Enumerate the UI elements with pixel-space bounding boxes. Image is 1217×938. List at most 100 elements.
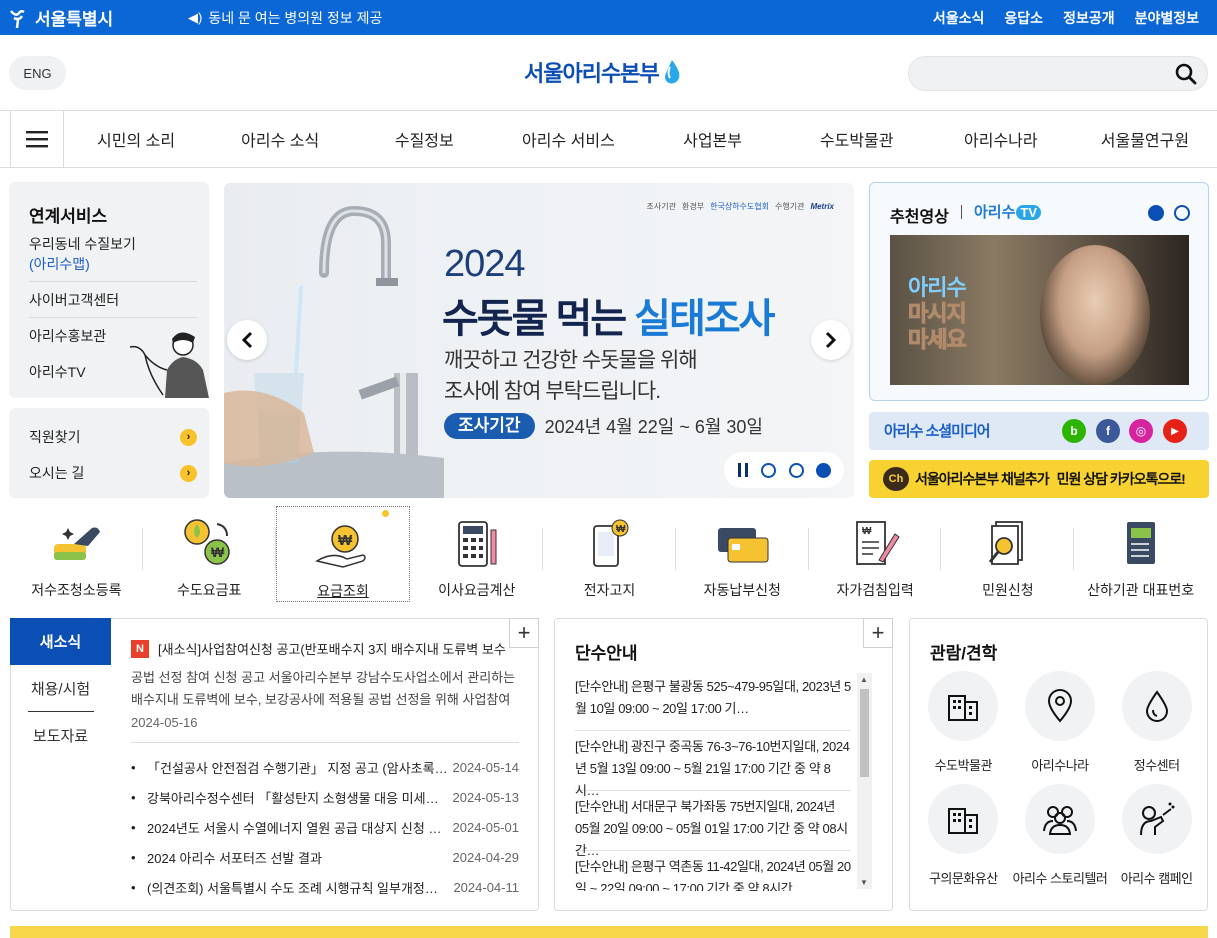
quick-label: 민원신청	[982, 582, 1034, 598]
news-panel: 새소식 채용/시험 보도자료 + N [새소식]사업참여신청 공고(반포배수지 …	[10, 618, 539, 911]
tab-press[interactable]: 보도자료	[10, 712, 111, 758]
list-item[interactable]: • (의견조회) 서울특별시 수도 조례 시행규칙 일부개정규칙안 2024-04-…	[131, 872, 519, 902]
link-arisu-tv[interactable]: 아리수TV	[29, 362, 86, 382]
banner-next-button[interactable]	[811, 320, 851, 360]
nav-arisu-service[interactable]: 아리수 서비스	[496, 111, 640, 167]
list-item[interactable]: [단수안내] 은평구 역촌동 11-42일대, 2024년 05월 20일 ~ …	[575, 851, 851, 891]
nav-water-quality[interactable]: 수질정보	[352, 111, 496, 167]
tour-arisu-nara[interactable]: 아리수나라	[1012, 671, 1109, 774]
quick-label: 요금조회	[317, 583, 369, 599]
nav-museum[interactable]: 수도박물관	[785, 111, 929, 167]
nav-arisu-nara[interactable]: 아리수나라	[929, 111, 1073, 167]
link-promo-hall[interactable]: 아리수홍보관	[29, 326, 106, 346]
pause-icon[interactable]	[737, 462, 749, 478]
video-thumbnail[interactable]: 아리수 마시지 마세요	[890, 235, 1189, 385]
divider	[961, 205, 962, 219]
video-dot-1[interactable]	[1148, 205, 1164, 221]
tour-campaign[interactable]: 아리수 캠페인	[1108, 784, 1205, 887]
directions-link[interactable]: 오시는 길 ›	[29, 463, 197, 483]
video-pager	[1148, 205, 1190, 221]
quick-auto-payment[interactable]: 자동납부신청	[676, 506, 809, 602]
instagram-icon[interactable]: ◎	[1129, 419, 1153, 443]
quick-self-meter[interactable]: ₩ 자가검침입력	[809, 506, 942, 602]
quick-e-bill[interactable]: ₩ 전자고지	[543, 506, 676, 602]
scroll-up-icon[interactable]: ▲	[860, 675, 868, 684]
outage-more-button[interactable]: +	[863, 618, 893, 648]
seoul-logo-icon	[10, 9, 25, 28]
tour-museum[interactable]: 수도박물관	[915, 671, 1012, 774]
scroll-down-icon[interactable]: ▼	[860, 878, 868, 887]
news-date: 2024-04-11	[453, 879, 519, 895]
tour-label: 수도박물관	[934, 758, 993, 773]
link-cyber-center[interactable]: 사이버고객센터	[29, 290, 119, 310]
list-item[interactable]: [단수안내] 은평구 불광동 525~479-95일대, 2023년 5월 10…	[575, 671, 851, 731]
blog-icon[interactable]: b	[1062, 419, 1086, 443]
desc-line2: 조사에 참여 부탁드립니다.	[444, 380, 661, 403]
outage-scrollbar[interactable]: ▲ ▼	[857, 673, 872, 889]
tour-panel: 관람/견학 수도박물관 아리수나라 정수센터 구의문화유산 아리수 스토리텔러 …	[909, 618, 1208, 911]
tour-grid: 수도박물관 아리수나라 정수센터 구의문화유산 아리수 스토리텔러 아리수 캠페…	[915, 671, 1205, 887]
quick-label: 자가검침입력	[836, 582, 914, 598]
news-title: 2024 아리수 서포터즈 선발 결과	[147, 850, 322, 866]
quick-fee-inquiry[interactable]: ₩ 요금조회	[275, 506, 411, 602]
quick-civil-complaint[interactable]: 민원신청	[941, 506, 1075, 602]
video-dot-2[interactable]	[1174, 205, 1190, 221]
water-outage-title: 단수안내	[575, 644, 638, 663]
nav-citizen-voice[interactable]: 시민의 소리	[64, 111, 208, 167]
divider	[29, 317, 197, 318]
site-logo[interactable]: 서울아리수본부	[524, 52, 683, 92]
video-title: 추천영상	[890, 209, 949, 226]
facebook-icon[interactable]: f	[1096, 419, 1120, 443]
banner-prev-button[interactable]	[227, 320, 267, 360]
scrollbar-thumb[interactable]	[860, 689, 869, 777]
top-news-title[interactable]: N [새소식]사업참여신청 공고(반포배수지 3지 배수지내 도류벽 보수	[131, 639, 506, 658]
link-water-quality-map[interactable]: 우리동네 수질보기 (아리수맵)	[29, 234, 136, 274]
news-title: 강북아리수정수센터 「활성탄지 소형생물 대응 미세여과망 설치」	[147, 790, 449, 806]
lang-eng-button[interactable]: ENG	[9, 56, 66, 90]
banner-dot-3[interactable]	[816, 462, 832, 478]
tour-purification[interactable]: 정수센터	[1108, 671, 1205, 774]
find-staff-link[interactable]: 직원찾기 ›	[29, 427, 197, 447]
youtube-icon[interactable]: ▶	[1163, 419, 1187, 443]
search-input[interactable]	[908, 56, 1208, 91]
tour-label: 아리수나라	[1031, 758, 1089, 773]
news-title: 「건설공사 안전점검 수행기관」 지정 공고 (암사초록빛정수센터)	[147, 760, 449, 776]
list-item[interactable]: • 강북아리수정수센터 「활성탄지 소형생물 대응 미세여과망 설치」2024-0…	[131, 782, 519, 812]
banner-headline: 수돗물 먹는 실태조사	[442, 286, 775, 344]
banner-dot-2[interactable]	[788, 462, 804, 478]
nav-research[interactable]: 서울물연구원	[1073, 111, 1217, 167]
search-icon[interactable]	[1175, 63, 1197, 85]
main-banner[interactable]: 조사기관 환경부 한국상하수도협회 수행기관 Metrix 2024 수돗물 먹…	[224, 183, 854, 498]
list-item[interactable]: • 2024 아리수 서포터즈 선발 결과 2024-04-29	[131, 842, 519, 872]
list-item[interactable]: • 2024년도 서울시 수열에너지 열원 공급 대상지 신청 공모 2024-05…	[131, 812, 519, 842]
tour-heritage[interactable]: 구의문화유산	[915, 784, 1012, 887]
caption-line1: 아리수	[908, 275, 967, 300]
nav-business[interactable]: 사업본부	[641, 111, 785, 167]
seoul-logo[interactable]: 서울특별시	[8, 4, 113, 31]
list-item[interactable]: [단수안내] 광진구 중곡동 76-3~76-10번지일대, 2024년 5월 …	[575, 731, 851, 798]
quick-label: 수도요금표	[176, 582, 242, 598]
kakao-channel-banner[interactable]: Ch 서울아리수본부 채널추가 민원 상담 카카오톡으로!	[869, 460, 1209, 498]
news-more-button[interactable]: +	[509, 618, 539, 648]
notice-banner[interactable]: ◀) 동네 문 여는 병의원 정보 제공	[188, 0, 382, 35]
site-logo-text: 서울아리수본부	[524, 61, 660, 86]
top-bar: 서울특별시 ◀) 동네 문 여는 병의원 정보 제공 서울소식 응답소 정보공개…	[0, 0, 1217, 35]
hamburger-menu-button[interactable]	[10, 111, 64, 167]
tour-storyteller[interactable]: 아리수 스토리텔러	[1012, 784, 1109, 887]
nav-arisu-news[interactable]: 아리수 소식	[208, 111, 352, 167]
link-seoul-news[interactable]: 서울소식	[933, 8, 985, 28]
link-info-open[interactable]: 정보공개	[1063, 8, 1115, 28]
quick-affiliate-phone[interactable]: 산하기관 대표번호	[1074, 506, 1207, 602]
list-item[interactable]: • 「건설공사 안전점검 수행기관」 지정 공고 (암사초록빛정수센터)2024-…	[131, 752, 519, 782]
sponsor-moe: 환경부	[682, 202, 705, 211]
link-field-info[interactable]: 분야별정보	[1135, 8, 1199, 28]
link-eungdapso[interactable]: 응답소	[1004, 8, 1043, 28]
banner-dot-1[interactable]	[761, 462, 777, 478]
quick-fee-table[interactable]: ₩ 수도요금표	[143, 506, 276, 602]
new-dot	[382, 510, 390, 517]
tab-news[interactable]: 새소식	[10, 618, 111, 665]
list-item[interactable]: [단수안내] 서대문구 북가좌동 75번지일대, 2024년 05월 20일 0…	[575, 791, 851, 858]
quick-moving-fee[interactable]: 이사요금계산	[410, 506, 544, 602]
tab-recruit[interactable]: 채용/시험	[10, 665, 111, 711]
quick-tank-cleaning[interactable]: 저수조청소등록	[10, 506, 143, 602]
